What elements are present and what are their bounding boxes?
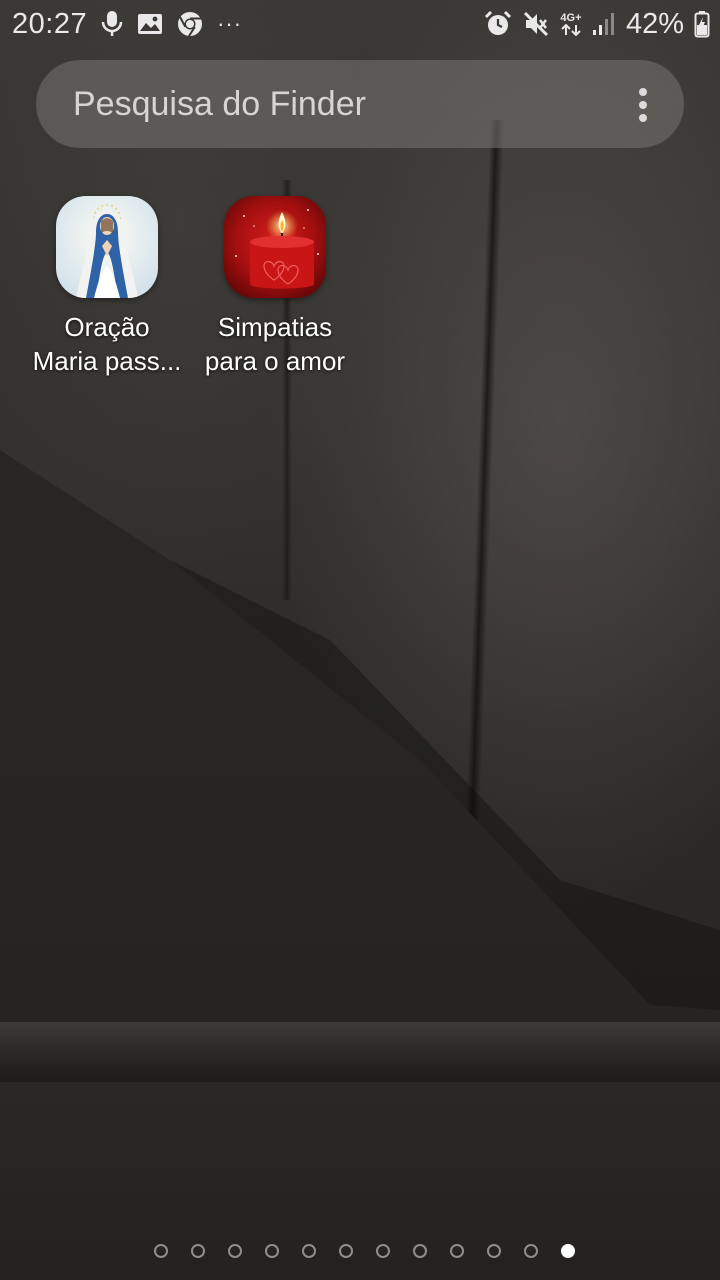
clock: 20:27 — [12, 7, 88, 40]
finder-search-bar[interactable]: Pesquisa do Finder — [36, 60, 684, 148]
app-label-line: Oração — [64, 312, 150, 342]
page-dot[interactable] — [339, 1244, 353, 1258]
page-dot[interactable] — [487, 1244, 501, 1258]
status-right: 4G+ 42% — [484, 6, 710, 42]
battery-charging-icon — [694, 10, 710, 38]
more-notifications-icon: ··· — [217, 11, 243, 36]
4g-data-icon: 4G+ — [560, 11, 582, 36]
gallery-icon — [137, 12, 163, 36]
status-bar[interactable]: 20:27 ··· 4G+ 42% — [0, 0, 720, 48]
signal-icon — [592, 12, 616, 36]
page-dot[interactable] — [450, 1244, 464, 1258]
page-dot[interactable] — [524, 1244, 538, 1258]
search-placeholder[interactable]: Pesquisa do Finder — [73, 60, 366, 148]
network-type-label: 4G+ — [560, 11, 582, 24]
status-left: 20:27 ··· — [12, 6, 242, 42]
app-label-line: Maria pass... — [32, 346, 182, 376]
app-label: Simpatias para o amor — [190, 310, 360, 378]
virgin-mary-icon[interactable] — [56, 196, 158, 298]
page-dot[interactable] — [302, 1244, 316, 1258]
app-oracao-maria[interactable]: Oração Maria pass... — [22, 196, 192, 378]
app-simpatias-para-o-amor[interactable]: Simpatias para o amor — [190, 196, 360, 378]
home-screen: 20:27 ··· 4G+ 42% Pesquisa do Finder Ora… — [0, 0, 720, 1280]
page-dot[interactable] — [154, 1244, 168, 1258]
page-dot[interactable] — [413, 1244, 427, 1258]
page-dot-active[interactable] — [561, 1244, 575, 1258]
wallpaper-curb — [0, 1022, 720, 1082]
page-indicator-dots[interactable] — [145, 1244, 575, 1258]
microphone-icon — [101, 10, 123, 38]
app-label: Oração Maria pass... — [22, 310, 192, 378]
page-dot[interactable] — [376, 1244, 390, 1258]
red-candle-icon[interactable] — [224, 196, 326, 298]
mute-icon — [522, 10, 550, 38]
page-indicator[interactable] — [0, 1240, 720, 1262]
page-dot[interactable] — [265, 1244, 279, 1258]
alarm-icon — [484, 10, 512, 38]
page-dot[interactable] — [191, 1244, 205, 1258]
more-vertical-icon[interactable] — [638, 88, 648, 122]
page-dot[interactable] — [228, 1244, 242, 1258]
app-label-line: Simpatias — [217, 312, 333, 342]
chrome-icon — [177, 11, 203, 37]
battery-percent: 42% — [625, 7, 684, 40]
app-label-line: para o amor — [204, 346, 346, 376]
